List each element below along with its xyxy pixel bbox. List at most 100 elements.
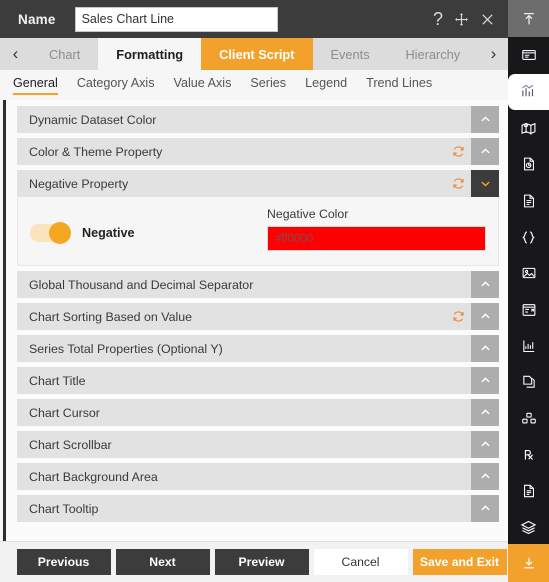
tab-client-script[interactable]: Client Script: [201, 38, 313, 70]
close-icon[interactable]: [480, 12, 495, 27]
next-button[interactable]: Next: [115, 549, 210, 575]
section-dynamic-dataset-color: Dynamic Dataset Color: [17, 106, 499, 133]
section-chart-title: Chart Title: [17, 367, 499, 394]
subtab-category-axis[interactable]: Category Axis: [77, 76, 155, 95]
chart-bars-icon[interactable]: [508, 73, 549, 110]
tabs-next-arrow[interactable]: ›: [478, 38, 509, 70]
negative-toggle[interactable]: [30, 222, 71, 244]
section-actions: [445, 138, 499, 165]
code-braces-icon[interactable]: [508, 219, 549, 255]
chevron-up-icon[interactable]: [471, 106, 499, 133]
section-color-theme-property: Color & Theme Property: [17, 138, 499, 165]
dialog-footer: Previous Next Preview Cancel Save and Ex…: [0, 541, 509, 582]
subtab-legend[interactable]: Legend: [305, 76, 347, 95]
section-header[interactable]: Dynamic Dataset Color: [17, 106, 499, 133]
section-global-thousand-decimal-separator: Global Thousand and Decimal Separator: [17, 271, 499, 298]
chevron-up-icon[interactable]: [471, 271, 499, 298]
form-layout-icon[interactable]: [508, 291, 549, 327]
section-negative-property: Negative Property Negative Negative Colo…: [17, 170, 499, 266]
section-header[interactable]: Series Total Properties (Optional Y): [17, 335, 499, 362]
sub-tab-bar: General Category Axis Value Axis Series …: [0, 70, 509, 100]
chevron-up-icon[interactable]: [471, 367, 499, 394]
move-icon[interactable]: [454, 12, 469, 27]
chevron-up-icon[interactable]: [471, 138, 499, 165]
chevron-up-icon[interactable]: [471, 495, 499, 522]
subtab-series[interactable]: Series: [250, 76, 286, 95]
subtab-value-axis[interactable]: Value Axis: [174, 76, 232, 95]
right-icon-rail: [508, 0, 549, 582]
chevron-up-icon[interactable]: [471, 335, 499, 362]
negative-color-label: Negative Color: [267, 207, 349, 221]
section-header[interactable]: Color & Theme Property: [17, 138, 499, 165]
question-mark-icon[interactable]: ?: [433, 10, 443, 28]
tab-hierarchy[interactable]: Hierarchy: [387, 38, 478, 70]
chevron-up-icon[interactable]: [471, 431, 499, 458]
section-actions: [445, 170, 499, 197]
section-actions: [471, 463, 499, 490]
chevron-up-icon[interactable]: [471, 463, 499, 490]
chevron-up-icon[interactable]: [471, 399, 499, 426]
chart-properties-dialog: Name ? ‹ Chart For: [0, 0, 509, 582]
subtab-general[interactable]: General: [13, 76, 58, 95]
section-title: Chart Sorting Based on Value: [29, 309, 193, 324]
line-chart-icon[interactable]: [508, 328, 549, 364]
map-icon[interactable]: [508, 110, 549, 146]
section-series-total-properties: Series Total Properties (Optional Y): [17, 335, 499, 362]
report-icon[interactable]: [508, 473, 549, 509]
blocks-icon[interactable]: [508, 400, 549, 436]
prescription-icon[interactable]: [508, 437, 549, 473]
refresh-icon[interactable]: [445, 170, 471, 197]
section-header[interactable]: Chart Title: [17, 367, 499, 394]
section-chart-tooltip: Chart Tooltip: [17, 495, 499, 522]
tab-formatting[interactable]: Formatting: [98, 38, 202, 70]
toggle-knob: [49, 222, 71, 244]
section-title: Color & Theme Property: [29, 144, 163, 159]
section-title: Chart Scrollbar: [29, 437, 112, 452]
previous-button[interactable]: Previous: [16, 549, 111, 575]
document-text-icon[interactable]: [508, 183, 549, 219]
negative-color-input[interactable]: [267, 226, 486, 251]
negative-color-group: Negative Color: [267, 207, 486, 251]
tabs-prev-arrow[interactable]: ‹: [0, 38, 31, 70]
section-chart-sorting-based-on-value: Chart Sorting Based on Value: [17, 303, 499, 330]
section-actions: [445, 303, 499, 330]
tab-chart[interactable]: Chart: [31, 38, 99, 70]
section-actions: [471, 271, 499, 298]
section-title: Chart Tooltip: [29, 501, 99, 516]
section-header[interactable]: Negative Property: [17, 170, 499, 197]
layout-panel-icon[interactable]: [508, 37, 549, 73]
collapse-up-icon[interactable]: [508, 0, 549, 38]
section-header[interactable]: Chart Sorting Based on Value: [17, 303, 499, 330]
section-header[interactable]: Chart Scrollbar: [17, 431, 499, 458]
document-chart-icon[interactable]: [508, 146, 549, 182]
tab-events[interactable]: Events: [312, 38, 388, 70]
section-header[interactable]: Chart Cursor: [17, 399, 499, 426]
section-header[interactable]: Global Thousand and Decimal Separator: [17, 271, 499, 298]
main-tab-bar: ‹ Chart Formatting Client Script Events …: [0, 38, 509, 70]
section-actions: [471, 495, 499, 522]
cancel-button[interactable]: Cancel: [313, 549, 408, 575]
chevron-up-icon[interactable]: [471, 303, 499, 330]
section-header[interactable]: Chart Background Area: [17, 463, 499, 490]
save-and-exit-button[interactable]: Save and Exit: [412, 549, 507, 575]
negative-toggle-label: Negative: [82, 226, 135, 240]
chevron-down-icon[interactable]: [471, 170, 499, 197]
section-header[interactable]: Chart Tooltip: [17, 495, 499, 522]
properties-scroll-area[interactable]: Dynamic Dataset Color Color & Theme Prop…: [0, 100, 509, 541]
section-title: Global Thousand and Decimal Separator: [29, 277, 254, 292]
preview-button[interactable]: Preview: [214, 549, 309, 575]
image-icon[interactable]: [508, 255, 549, 291]
app-root: Name ? ‹ Chart For: [0, 0, 549, 582]
chart-name-input[interactable]: [74, 6, 278, 32]
section-actions: [471, 335, 499, 362]
section-chart-background-area: Chart Background Area: [17, 463, 499, 490]
copy-page-icon[interactable]: [508, 364, 549, 400]
refresh-icon[interactable]: [445, 138, 471, 165]
section-actions: [471, 106, 499, 133]
download-icon[interactable]: [508, 544, 549, 582]
refresh-icon[interactable]: [445, 303, 471, 330]
subtab-trend-lines[interactable]: Trend Lines: [366, 76, 432, 95]
layers-icon[interactable]: [508, 509, 549, 545]
section-title: Dynamic Dataset Color: [29, 112, 157, 127]
dialog-header: Name ?: [0, 0, 509, 38]
